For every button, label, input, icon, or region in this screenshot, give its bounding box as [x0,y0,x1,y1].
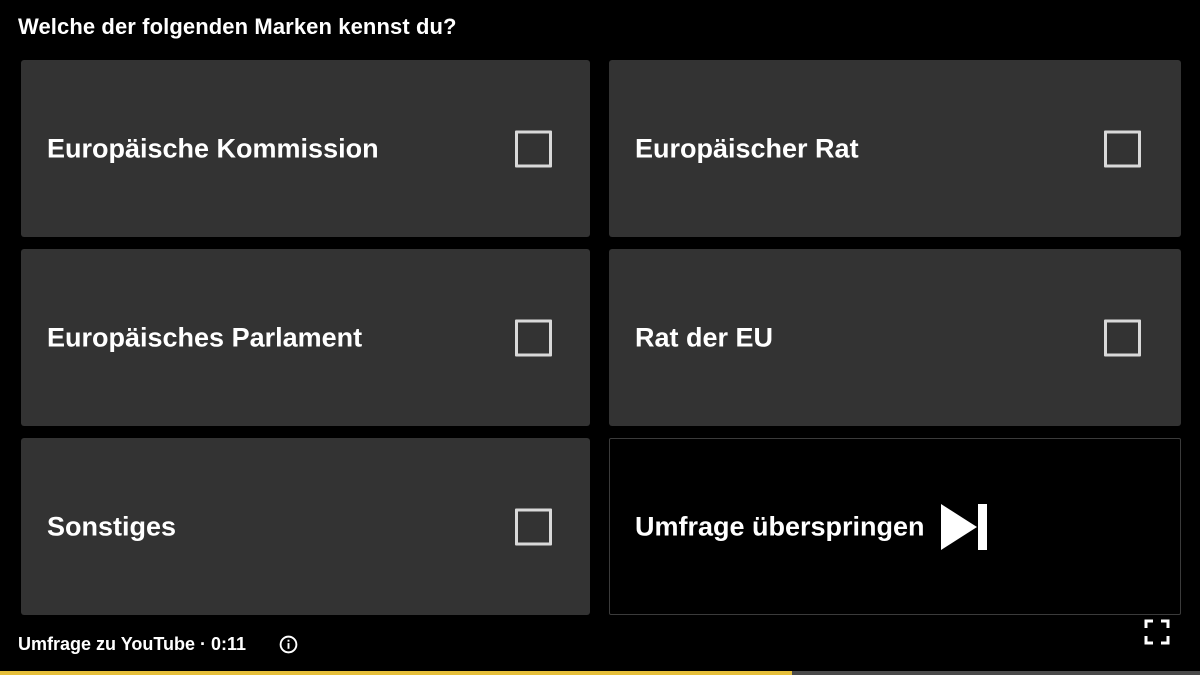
option-rat-der-eu[interactable]: Rat der EU [609,249,1181,426]
option-label: Sonstiges [47,511,177,541]
skip-next-icon [941,503,987,550]
option-label: Europäische Kommission [47,133,379,163]
survey-question: Welche der folgenden Marken kennst du? [18,14,457,39]
survey-progress-fill [0,671,792,675]
skip-survey-button[interactable]: Umfrage überspringen [609,438,1181,615]
option-sonstiges[interactable]: Sonstiges [21,438,590,615]
option-europaeischer-rat[interactable]: Europäischer Rat [609,60,1181,237]
survey-footer-text: Umfrage zu YouTube · 0:11 [18,634,247,654]
info-icon[interactable] [279,635,298,654]
option-label: Europäisches Parlament [47,322,363,352]
checkbox[interactable] [1104,319,1141,356]
survey-progress-bar [0,671,1200,675]
checkbox[interactable] [1104,130,1141,167]
survey-options-grid: Europäische Kommission Europäischer Rat … [21,60,1181,615]
checkbox[interactable] [515,508,552,545]
option-europaeische-kommission[interactable]: Europäische Kommission [21,60,590,237]
checkbox[interactable] [515,319,552,356]
checkbox[interactable] [515,130,552,167]
option-label: Europäischer Rat [635,133,859,163]
option-label: Rat der EU [635,322,774,352]
option-europaeisches-parlament[interactable]: Europäisches Parlament [21,249,590,426]
fullscreen-icon[interactable] [1144,619,1170,645]
skip-survey-label: Umfrage überspringen [635,511,925,541]
